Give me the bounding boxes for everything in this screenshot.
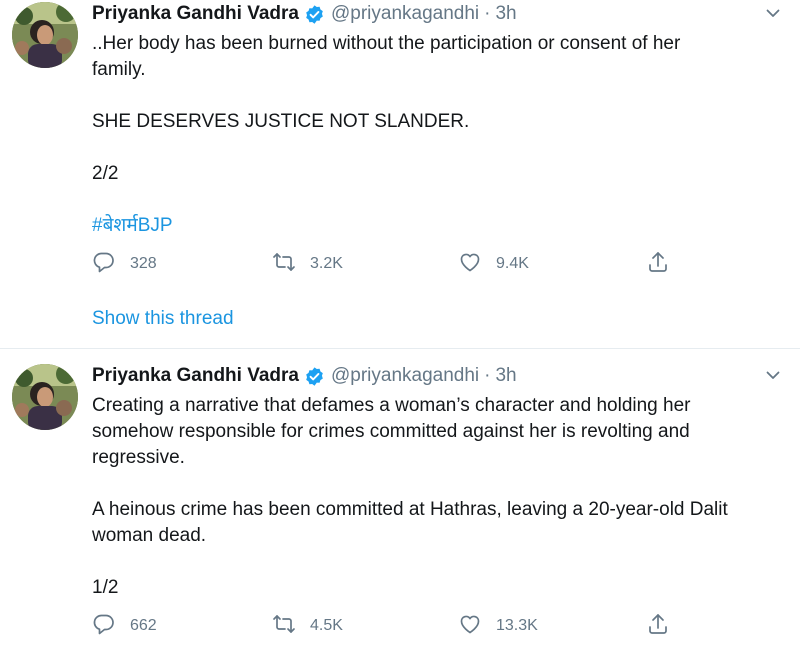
retweet-button[interactable]: 3.2K — [272, 251, 343, 277]
reply-icon — [92, 612, 116, 641]
chevron-down-icon[interactable] — [764, 366, 782, 384]
retweet-count: 4.5K — [310, 617, 343, 634]
tweet-text: Creating a narrative that defames a woma… — [92, 393, 752, 601]
tweet-line: woman dead. — [92, 525, 207, 546]
tweet-header: Priyanka Gandhi Vadra @priyankagandhi · … — [92, 364, 517, 388]
retweet-icon — [272, 612, 296, 641]
author-handle[interactable]: @priyankagandhi — [331, 364, 479, 388]
tweet-line: SHE DESERVES JUSTICE NOT SLANDER. — [92, 111, 470, 132]
separator-dot: · — [484, 365, 491, 386]
heart-icon — [458, 250, 482, 279]
like-button[interactable]: 13.3K — [458, 613, 538, 639]
author-handle[interactable]: @priyankagandhi — [331, 2, 479, 26]
tweet[interactable]: Priyanka Gandhi Vadra @priyankagandhi · … — [0, 0, 800, 348]
reply-count: 662 — [130, 617, 157, 634]
reply-icon — [92, 250, 116, 279]
like-button[interactable]: 9.4K — [458, 251, 529, 277]
separator-dot: · — [484, 3, 491, 24]
tweet-header: Priyanka Gandhi Vadra @priyankagandhi · … — [92, 2, 517, 26]
tweet-line: somehow responsible for crimes committed… — [92, 421, 690, 442]
tweet-line: Creating a narrative that defames a woma… — [92, 395, 691, 416]
reply-count: 328 — [130, 255, 157, 272]
author-name[interactable]: Priyanka Gandhi Vadra — [92, 2, 299, 26]
share-button[interactable] — [646, 613, 670, 639]
tweet-line: ..Her body has been burned without the p… — [92, 33, 681, 54]
reply-button[interactable]: 328 — [92, 251, 157, 277]
tweet-line: A heinous crime has been committed at Ha… — [92, 499, 728, 520]
share-icon — [646, 612, 670, 641]
avatar[interactable] — [12, 364, 78, 430]
tweet-line: 2/2 — [92, 163, 119, 184]
verified-badge-icon — [304, 366, 325, 387]
hashtag-link[interactable]: #बेशर्मBJP — [92, 215, 173, 236]
chevron-down-icon[interactable] — [764, 4, 782, 22]
verified-badge-icon — [304, 4, 325, 25]
avatar[interactable] — [12, 2, 78, 68]
tweet[interactable]: Priyanka Gandhi Vadra @priyankagandhi · … — [0, 348, 800, 648]
tweet-line: family. — [92, 59, 146, 80]
retweet-icon — [272, 250, 296, 279]
share-button[interactable] — [646, 251, 670, 277]
show-thread-link[interactable]: Show this thread — [92, 306, 234, 332]
tweet-actions: 662 4.5K 13.3K — [92, 613, 672, 639]
like-count: 9.4K — [496, 255, 529, 272]
tweet-actions: 328 3.2K 9.4K — [92, 251, 672, 277]
share-icon — [646, 250, 670, 279]
reply-button[interactable]: 662 — [92, 613, 157, 639]
timestamp[interactable]: 3h — [495, 364, 516, 388]
timestamp[interactable]: 3h — [495, 2, 516, 26]
author-name[interactable]: Priyanka Gandhi Vadra — [92, 364, 299, 388]
retweet-count: 3.2K — [310, 255, 343, 272]
like-count: 13.3K — [496, 617, 538, 634]
heart-icon — [458, 612, 482, 641]
tweet-text: ..Her body has been burned without the p… — [92, 31, 752, 239]
retweet-button[interactable]: 4.5K — [272, 613, 343, 639]
tweet-line: 1/2 — [92, 577, 119, 598]
tweet-line: regressive. — [92, 447, 185, 468]
